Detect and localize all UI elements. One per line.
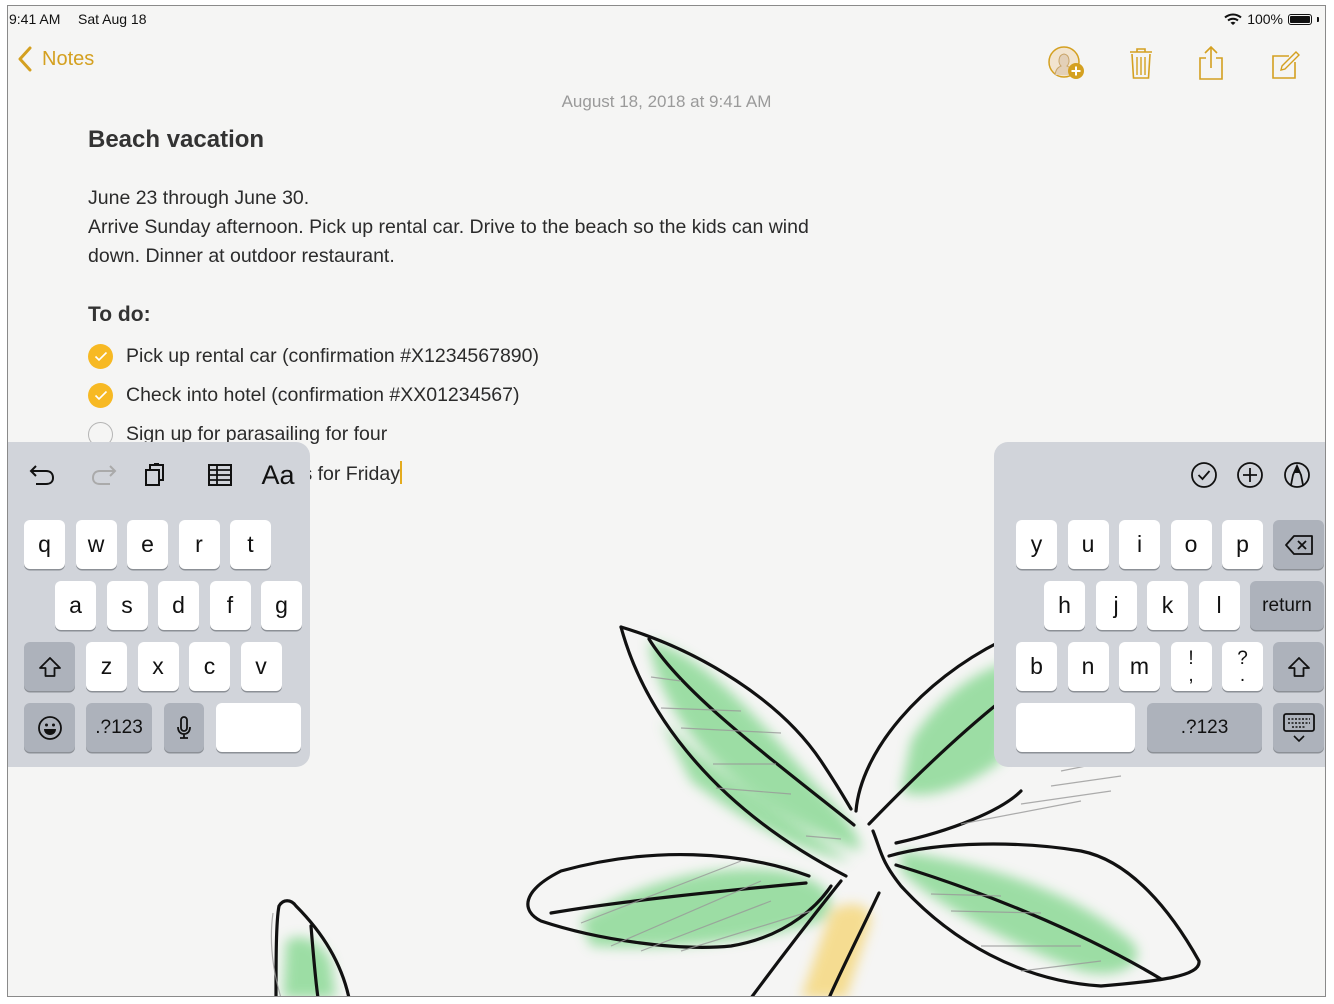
key-g[interactable]: g — [261, 581, 302, 630]
key-o[interactable]: o — [1170, 520, 1212, 569]
key-m[interactable]: m — [1119, 642, 1160, 691]
key-n[interactable]: n — [1067, 642, 1109, 691]
key-a[interactable]: a — [55, 581, 96, 630]
checklist-button[interactable] — [1187, 458, 1221, 492]
key-i[interactable]: i — [1119, 520, 1160, 569]
checklist-icon — [1191, 462, 1217, 488]
space-key[interactable] — [216, 703, 301, 752]
table-button[interactable] — [203, 458, 237, 492]
note-body-line: June 23 through June 30. — [88, 187, 310, 209]
keyboard-right-half: y u i o p h j k l return b n m!,?. .?123 — [994, 442, 1325, 767]
format-button[interactable]: Aa — [256, 458, 300, 492]
shift-key[interactable] — [1273, 642, 1324, 691]
note-content[interactable]: Beach vacation June 23 through June 30. … — [88, 124, 888, 493]
key-s[interactable]: s — [106, 581, 148, 630]
key-q[interactable]: q — [24, 520, 65, 569]
todo-heading: To do: — [88, 303, 151, 326]
dismiss-keyboard-key[interactable] — [1273, 703, 1324, 752]
key-x[interactable]: x — [137, 642, 179, 691]
note-body: June 23 through June 30. Arrive Sunday a… — [88, 184, 888, 271]
delete-key[interactable] — [1273, 520, 1324, 569]
add-button[interactable] — [1233, 458, 1267, 492]
key-primary-char: ! — [1188, 647, 1194, 669]
key-h[interactable]: h — [1044, 581, 1085, 630]
emoji-key[interactable] — [24, 703, 75, 752]
key-t[interactable]: t — [230, 520, 271, 569]
key-p[interactable]: p — [1222, 520, 1263, 569]
undo-icon — [29, 465, 55, 485]
note-body-line: down. Dinner at outdoor restaurant. — [88, 245, 395, 267]
key-l[interactable]: l — [1198, 581, 1240, 630]
note-title: Beach vacation — [88, 126, 265, 153]
checkbox-checked[interactable] — [88, 383, 113, 408]
key-punct[interactable]: ?. — [1222, 642, 1263, 691]
ipad-screen: 9:41 AM Sat Aug 18 100% Notes August 18,… — [7, 5, 1326, 997]
key-k[interactable]: k — [1147, 581, 1188, 630]
numbers-key[interactable]: .?123 — [86, 703, 152, 752]
key-u[interactable]: u — [1067, 520, 1109, 569]
key-c[interactable]: c — [189, 642, 230, 691]
numbers-key[interactable]: .?123 — [1147, 703, 1262, 752]
key-j[interactable]: j — [1095, 581, 1137, 630]
checkmark-icon — [94, 351, 107, 362]
key-z[interactable]: z — [86, 642, 127, 691]
table-icon — [208, 464, 232, 486]
key-f[interactable]: f — [209, 581, 251, 630]
key-y[interactable]: y — [1016, 520, 1057, 569]
key-b[interactable]: b — [1016, 642, 1057, 691]
text-cursor — [399, 461, 402, 484]
key-punct[interactable]: !, — [1170, 642, 1212, 691]
backspace-icon — [1284, 534, 1313, 555]
key-v[interactable]: v — [240, 642, 282, 691]
checklist-item-text: Check into hotel (confirmation #XX012345… — [126, 384, 520, 406]
paste-icon — [145, 463, 164, 486]
microphone-icon — [177, 715, 191, 739]
checkmark-icon — [94, 390, 107, 401]
keyboard-left-half: Aa q w e r t a s d f g z x c v .?123 — [8, 442, 310, 767]
key-e[interactable]: e — [127, 520, 168, 569]
paste-button[interactable] — [138, 458, 172, 492]
checklist-item: Pick up rental car (confirmation #X12345… — [88, 337, 888, 376]
key-secondary-char: , — [1188, 664, 1194, 686]
markup-button[interactable] — [1280, 458, 1314, 492]
key-secondary-char: . — [1239, 664, 1246, 686]
checkbox-checked[interactable] — [88, 344, 113, 369]
note-body-line: Arrive Sunday afternoon. Pick up rental … — [88, 216, 809, 238]
shift-icon — [38, 656, 61, 677]
redo-button[interactable] — [87, 458, 121, 492]
space-key[interactable] — [1016, 703, 1135, 752]
checklist-item-text: Pick up rental car (confirmation #X12345… — [126, 345, 539, 367]
checklist-item: Check into hotel (confirmation #XX012345… — [88, 376, 888, 415]
shift-key[interactable] — [24, 642, 75, 691]
redo-icon — [91, 465, 117, 485]
dictation-key[interactable] — [164, 703, 204, 752]
key-w[interactable]: w — [75, 520, 117, 569]
dismiss-keyboard-icon — [1282, 712, 1315, 742]
undo-button[interactable] — [25, 458, 59, 492]
markup-pen-icon — [1284, 462, 1310, 488]
key-r[interactable]: r — [178, 520, 220, 569]
key-d[interactable]: d — [158, 581, 199, 630]
key-primary-char: ? — [1237, 647, 1248, 669]
add-icon — [1237, 462, 1263, 488]
return-key[interactable]: return — [1250, 581, 1324, 630]
shift-icon — [1287, 656, 1310, 677]
emoji-icon — [37, 715, 62, 740]
